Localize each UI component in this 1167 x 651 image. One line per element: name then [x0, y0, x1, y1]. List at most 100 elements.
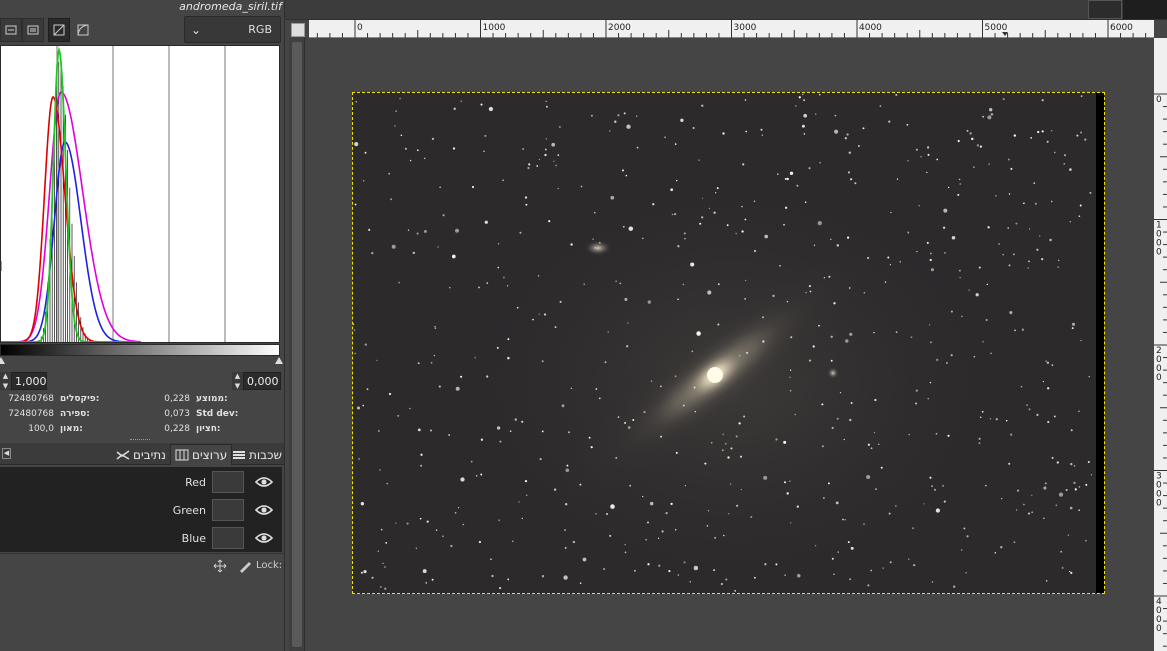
- star: [784, 206, 788, 209]
- range-low-value[interactable]: 1,000: [11, 372, 47, 390]
- lock-position-icon[interactable]: [213, 559, 227, 573]
- zoom-icon[interactable]: [291, 23, 305, 37]
- star: [777, 173, 779, 175]
- tab-layers[interactable]: שכבות: [228, 444, 286, 465]
- channel-select[interactable]: ⌄ RGB: [184, 16, 281, 43]
- visibility-eye-icon[interactable]: [254, 501, 274, 519]
- star: [844, 137, 847, 140]
- spin-down-icon[interactable]: ▼: [235, 382, 240, 390]
- star: [848, 287, 851, 289]
- tab-paths[interactable]: נתיבים: [112, 444, 170, 465]
- star: [420, 453, 423, 456]
- ruler-label: 3000: [734, 23, 757, 33]
- star: [1041, 257, 1044, 261]
- star: [1043, 517, 1045, 519]
- star: [1031, 494, 1033, 496]
- channel-row-red[interactable]: Red: [0, 468, 282, 496]
- star: [870, 569, 873, 572]
- image-tab-thumbnail[interactable]: [1088, 0, 1122, 19]
- vertical-ruler[interactable]: 01000200030004000: [1154, 38, 1167, 651]
- star: [559, 126, 561, 128]
- image-title: andromeda_siril.tif: [179, 0, 282, 13]
- star: [617, 416, 620, 418]
- tab-menu-left-icon[interactable]: ◀: [2, 448, 11, 459]
- star: [907, 159, 909, 162]
- range-low-spinner[interactable]: ▲ ▼ 1,000: [0, 372, 47, 390]
- andromeda-image[interactable]: [352, 92, 1105, 594]
- log-histogram-button[interactable]: [22, 18, 44, 42]
- log-scale-button[interactable]: [72, 18, 94, 42]
- range-high-handle[interactable]: [275, 357, 283, 364]
- star: [455, 386, 460, 391]
- star: [772, 294, 775, 298]
- star: [1069, 506, 1073, 510]
- horizontal-ruler[interactable]: 0 1000 2000 3000 4000 5000 6000: [309, 20, 1154, 38]
- star: [915, 402, 918, 405]
- star: [484, 134, 487, 137]
- histogram-view[interactable]: [0, 45, 280, 343]
- linear-histogram-button[interactable]: [0, 18, 22, 42]
- gimp-window: andromeda_siril.tif ⌄ RGB ▲ ▼ 1,000 ▲ ▼: [0, 0, 1167, 651]
- star: [844, 519, 846, 521]
- star: [358, 458, 360, 460]
- star: [553, 488, 557, 491]
- star: [561, 404, 565, 408]
- star: [483, 150, 485, 153]
- star: [867, 584, 870, 587]
- image-tab-preview[interactable]: [1123, 0, 1167, 19]
- star: [1010, 433, 1013, 436]
- vertical-scrollbar-left[interactable]: [289, 38, 305, 651]
- star: [804, 201, 807, 203]
- star: [623, 112, 626, 115]
- star: [988, 163, 990, 165]
- star: [1058, 492, 1064, 497]
- star: [594, 212, 596, 214]
- channel-row-green[interactable]: Green: [0, 496, 282, 524]
- star: [699, 222, 702, 225]
- range-low-handle[interactable]: [0, 357, 5, 364]
- spin-up-icon[interactable]: ▲: [3, 372, 8, 380]
- star: [354, 203, 357, 206]
- range-high-spinner[interactable]: ▲ ▼ 0,000: [232, 372, 281, 390]
- star: [433, 354, 436, 357]
- star: [784, 177, 787, 180]
- star: [448, 434, 450, 436]
- visibility-eye-icon[interactable]: [254, 529, 274, 547]
- star: [570, 387, 573, 389]
- star: [460, 100, 462, 102]
- spin-down-icon[interactable]: ▼: [3, 382, 8, 390]
- star: [360, 502, 365, 506]
- pane-resize-handle[interactable]: [130, 439, 150, 442]
- star: [415, 547, 417, 549]
- star: [425, 582, 428, 584]
- range-high-value[interactable]: 0,000: [243, 372, 281, 390]
- star: [790, 522, 792, 524]
- star: [677, 245, 680, 248]
- star: [362, 404, 365, 407]
- star: [674, 375, 677, 378]
- scrollbar-thumb[interactable]: [292, 42, 302, 647]
- star: [870, 447, 873, 450]
- star: [521, 420, 524, 423]
- tab-channels[interactable]: ערוצים: [170, 444, 233, 465]
- lock-pixels-icon[interactable]: [238, 559, 252, 573]
- star: [696, 331, 701, 336]
- star: [553, 160, 555, 162]
- linear-scale-button[interactable]: [48, 18, 70, 42]
- star: [673, 212, 677, 216]
- left-dock: andromeda_siril.tif ⌄ RGB ▲ ▼ 1,000 ▲ ▼: [0, 0, 284, 651]
- channel-row-blue[interactable]: Blue: [0, 524, 282, 552]
- star: [636, 115, 638, 117]
- star: [565, 503, 568, 506]
- star: [842, 518, 844, 521]
- star: [497, 243, 500, 245]
- star: [518, 501, 520, 503]
- star: [598, 397, 601, 400]
- histogram-plot: [0, 46, 226, 343]
- star: [607, 331, 609, 333]
- histogram-range-gradient[interactable]: [0, 344, 280, 356]
- spin-up-icon[interactable]: ▲: [235, 372, 240, 380]
- star: [647, 563, 650, 566]
- visibility-eye-icon[interactable]: [254, 473, 274, 491]
- ruler-label: 1000: [483, 23, 506, 33]
